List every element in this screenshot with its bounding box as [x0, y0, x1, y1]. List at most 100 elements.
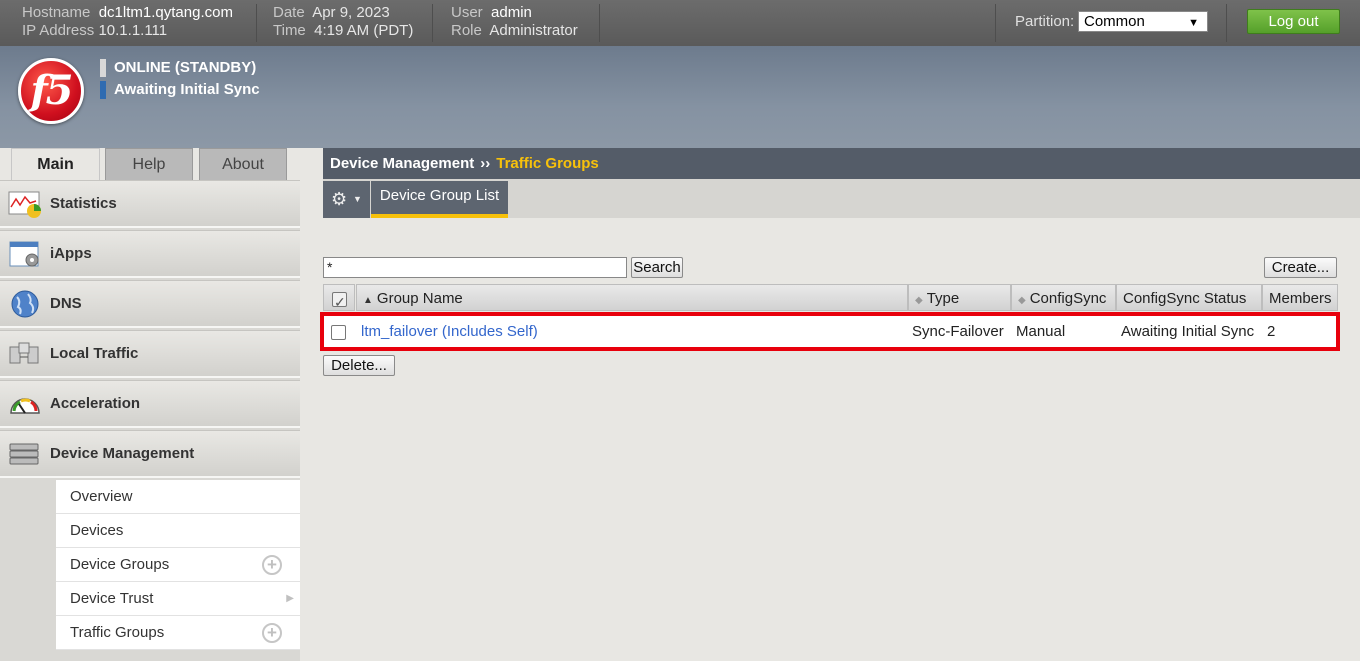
- submenu-label: Device Trust: [70, 590, 154, 607]
- statistics-icon: [8, 191, 41, 218]
- sidebar-item-iapps[interactable]: iApps: [0, 230, 300, 278]
- members-cell: 2: [1267, 323, 1276, 340]
- local-traffic-icon: [9, 342, 39, 364]
- search-input[interactable]: *: [323, 257, 627, 278]
- submenu-label: Traffic Groups: [70, 624, 165, 641]
- delete-button[interactable]: Delete...: [323, 355, 395, 376]
- time-label: Time: [273, 22, 306, 39]
- time-value: 4:19 AM (PDT): [314, 22, 414, 39]
- banner: f5 ONLINE (STANDBY) Awaiting Initial Syn…: [0, 46, 1360, 148]
- configsync-cell: Manual: [1016, 323, 1066, 340]
- server-icon: [9, 443, 39, 465]
- divider: [256, 4, 257, 42]
- group-name-link[interactable]: ltm_failover (Includes Self): [361, 316, 538, 347]
- submenu-label: Overview: [70, 488, 133, 505]
- status-online-text: ONLINE (STANDBY): [114, 59, 257, 76]
- status-sync-text: Awaiting Initial Sync: [114, 81, 260, 98]
- logo-text: f5: [30, 67, 73, 114]
- date-label: Date: [273, 4, 305, 21]
- hostname-label: Hostname: [22, 4, 91, 21]
- partition-select[interactable]: Common ▼: [1078, 11, 1208, 32]
- f5-logo: f5: [18, 58, 84, 124]
- select-all-cell: [323, 284, 355, 316]
- column-configsync-status: ConfigSync Status: [1116, 284, 1262, 311]
- column-configsync[interactable]: ◆ ConfigSync: [1011, 284, 1116, 311]
- hostname-value: dc1ltm1.qytang.com: [98, 4, 233, 21]
- ip-value: 10.1.1.111: [98, 22, 168, 39]
- sidebar-item-dns[interactable]: DNS: [0, 280, 300, 328]
- breadcrumb-current: Traffic Groups: [496, 155, 599, 172]
- sidebar-item-statistics[interactable]: Statistics: [0, 180, 300, 228]
- settings-menu-button[interactable]: ⚙ ▼: [323, 181, 370, 218]
- divider: [995, 4, 996, 42]
- divider: [599, 4, 600, 42]
- status-sync: Awaiting Initial Sync: [100, 81, 260, 99]
- date-info: Date Apr 9, 2023 Time 4:19 AM (PDT): [273, 4, 413, 40]
- submenu-item-overview[interactable]: Overview: [56, 480, 300, 514]
- divider: [432, 4, 433, 42]
- breadcrumb-parent[interactable]: Device Management: [330, 155, 474, 172]
- tab-about[interactable]: About: [199, 148, 287, 180]
- table-row: ltm_failover (Includes Self) Sync-Failov…: [320, 312, 1340, 351]
- host-info: Hostname dc1ltm1.qytang.com IP Address 1…: [22, 4, 233, 40]
- submenu-label: Devices: [70, 522, 124, 539]
- tab-device-group-list[interactable]: Device Group List: [371, 181, 508, 218]
- column-group-name[interactable]: ▲ Group Name: [356, 284, 908, 311]
- user-value: admin: [491, 4, 532, 21]
- add-icon[interactable]: +: [262, 623, 282, 643]
- globe-icon: [11, 290, 39, 318]
- partition-label: Partition:: [1015, 13, 1075, 30]
- user-label: User: [451, 4, 483, 21]
- search-button[interactable]: Search: [631, 257, 683, 278]
- submenu-item-device-trust[interactable]: Device Trust ▶: [56, 582, 300, 616]
- divider: [1226, 4, 1227, 42]
- sort-icon: ◆: [915, 295, 923, 306]
- column-label: Type: [926, 290, 960, 307]
- sidebar-item-label: DNS: [50, 295, 82, 312]
- caret-down-icon: ▼: [353, 194, 362, 204]
- sort-icon: ◆: [1018, 295, 1026, 306]
- sidebar-item-label: Statistics: [50, 195, 117, 212]
- status-bar-icon: [100, 81, 106, 99]
- configsync-status-cell: Awaiting Initial Sync: [1121, 323, 1255, 340]
- sidebar-item-label: Device Management: [50, 445, 195, 462]
- create-button[interactable]: Create...: [1264, 257, 1337, 278]
- top-info-bar: Hostname dc1ltm1.qytang.com IP Address 1…: [0, 0, 1360, 46]
- column-label: Members: [1269, 290, 1332, 307]
- ip-label: IP Address: [22, 22, 95, 39]
- sidebar-item-label: Acceleration: [50, 395, 141, 412]
- sort-asc-icon: ▲: [363, 295, 373, 306]
- add-icon[interactable]: +: [262, 555, 282, 575]
- sidebar-item-label: Local Traffic: [50, 345, 139, 362]
- logout-button[interactable]: Log out: [1247, 9, 1340, 34]
- status-bar-icon: [100, 59, 106, 77]
- submenu-item-devices[interactable]: Devices: [56, 514, 300, 548]
- sidebar-item-local-traffic[interactable]: Local Traffic: [0, 330, 300, 378]
- type-cell: Sync-Failover: [912, 323, 1004, 340]
- breadcrumb: Device Management ›› Traffic Groups: [323, 148, 1360, 179]
- row-checkbox[interactable]: [331, 324, 346, 340]
- gauge-icon: [10, 398, 40, 414]
- select-all-checkbox[interactable]: [332, 289, 347, 316]
- status-online: ONLINE (STANDBY): [100, 59, 257, 77]
- column-type[interactable]: ◆ Type: [908, 284, 1011, 311]
- sidebar-item-device-management[interactable]: Device Management: [0, 430, 300, 478]
- role-label: Role: [451, 22, 482, 39]
- sidebar-item-label: iApps: [50, 245, 92, 262]
- tab-main[interactable]: Main: [11, 148, 100, 180]
- submenu-item-device-groups[interactable]: Device Groups +: [56, 548, 300, 582]
- role-value: Administrator: [489, 22, 578, 39]
- submenu-item-traffic-groups[interactable]: Traffic Groups +: [56, 616, 300, 650]
- sidebar-item-acceleration[interactable]: Acceleration: [0, 380, 300, 428]
- subtab-bar: ⚙ ▼ Device Group List: [323, 179, 1360, 218]
- chevron-right-icon: ▶: [286, 593, 294, 604]
- submenu-label: Device Groups: [70, 556, 170, 573]
- date-value: Apr 9, 2023: [312, 4, 390, 21]
- partition-value: Common: [1084, 13, 1145, 30]
- tab-help[interactable]: Help: [105, 148, 193, 180]
- column-members: Members: [1262, 284, 1338, 311]
- device-management-submenu: Overview Devices Device Groups + Device T…: [56, 480, 300, 650]
- column-label: Group Name: [376, 290, 463, 307]
- chevron-down-icon: ▼: [1188, 17, 1199, 29]
- breadcrumb-separator: ››: [480, 155, 491, 172]
